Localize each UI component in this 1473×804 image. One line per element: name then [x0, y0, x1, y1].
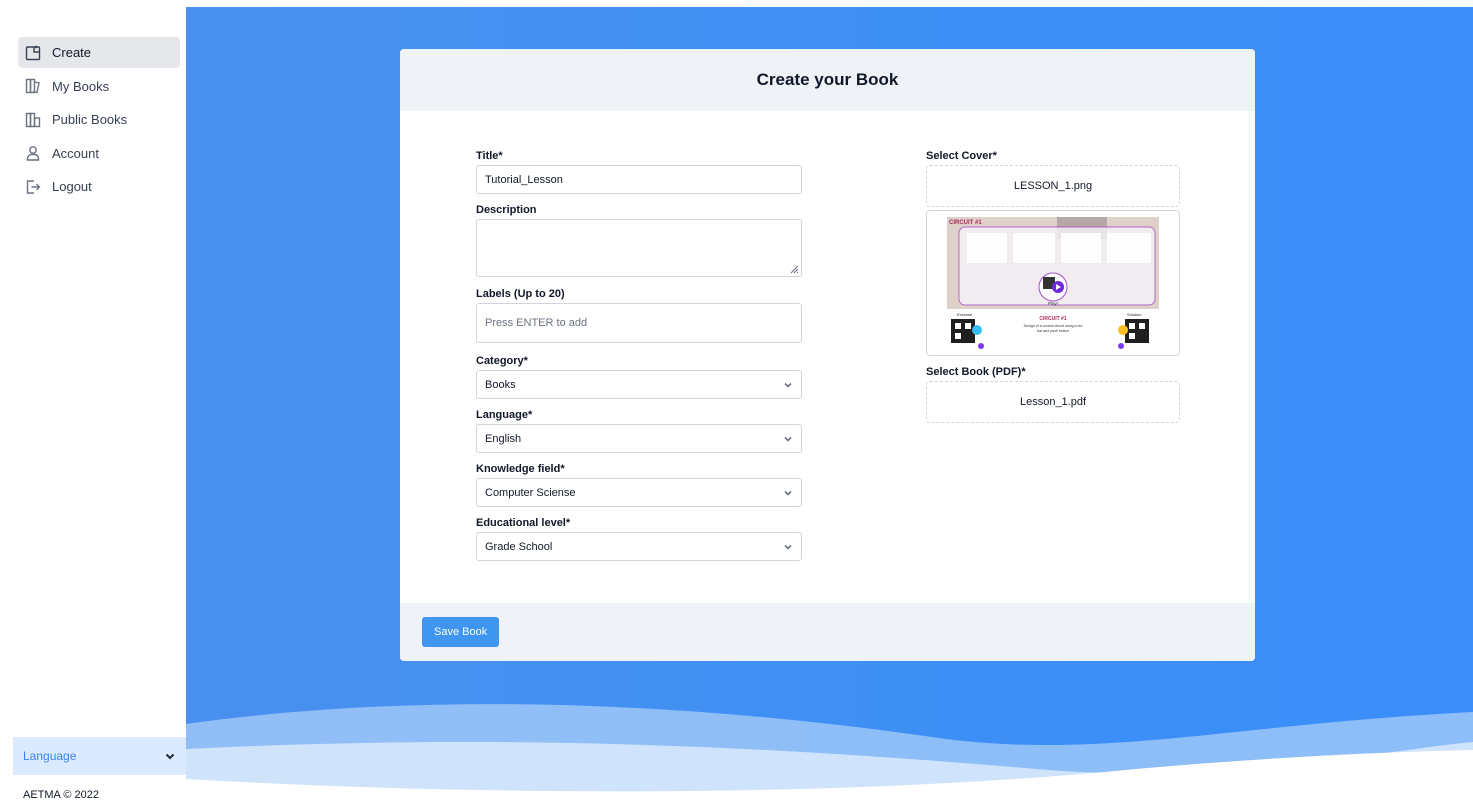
language-select-label: Language	[23, 749, 77, 763]
sidebar-item-label: Public Books	[52, 112, 128, 127]
educational-level-label: Educational level*	[476, 517, 571, 529]
language-value: English	[485, 432, 522, 445]
chevron-down-icon	[784, 382, 792, 388]
cover-solution-text: Solution	[1127, 312, 1141, 317]
title-label: Title*	[476, 150, 503, 162]
category-select[interactable]: Books	[476, 370, 802, 399]
sidebar-item-label: Account	[52, 145, 99, 161]
title-input[interactable]: Tutorial_Lesson	[476, 165, 802, 194]
pdf-filename: Lesson_1.pdf	[1019, 396, 1087, 408]
cover-preview: CIRCUIT #1 Play! Exercise Solution CIRCU…	[926, 210, 1180, 356]
public-books-icon	[24, 111, 42, 129]
chevron-down-icon	[784, 490, 792, 496]
sidebar-item-label: Logout	[52, 179, 92, 194]
main-area: Create your Book Title* Tutorial_Lesson …	[186, 7, 1473, 804]
create-book-card: Create your Book Title* Tutorial_Lesson …	[400, 49, 1255, 661]
cover-dropzone[interactable]: LESSON_1.png	[926, 165, 1180, 207]
educational-level-value: Grade School	[485, 540, 553, 553]
save-book-button[interactable]: Save Book	[422, 617, 500, 647]
sidebar-item-label: Create	[52, 45, 92, 60]
card-footer: Save Book	[400, 603, 1255, 661]
sidebar-item-my-books[interactable]: My Books	[18, 71, 180, 102]
cover-play-text: Play!	[1048, 301, 1058, 306]
book-details-form: Title* Tutorial_Lesson Description Label…	[476, 150, 802, 571]
labels-placeholder: Press ENTER to add	[485, 317, 588, 329]
educational-level-select[interactable]: Grade School	[476, 532, 802, 561]
create-book-icon	[24, 44, 42, 62]
cover-filename: LESSON_1.png	[1013, 180, 1093, 192]
card-header: Create your Book	[400, 49, 1255, 111]
language-select[interactable]: Language	[13, 737, 186, 775]
knowledge-field-select[interactable]: Computer Sciense	[476, 478, 802, 507]
sidebar-item-create[interactable]: Create	[18, 37, 180, 68]
sidebar-nav: Create My Books Public Books Account Log…	[18, 37, 180, 205]
my-books-icon	[24, 77, 42, 95]
chevron-down-icon	[784, 436, 792, 442]
resize-grip-icon[interactable]	[790, 265, 799, 274]
page-title: Create your Book	[756, 70, 899, 89]
knowledge-field-value: Computer Sciense	[485, 486, 576, 499]
cover-caption-line1: Design of a control circuit using a led	[1024, 324, 1083, 328]
footer-copyright: AETMA © 2022	[23, 789, 99, 801]
title-input-value: Tutorial_Lesson	[485, 173, 563, 186]
description-textarea[interactable]	[476, 219, 802, 277]
file-upload-panel: Select Cover* LESSON_1.png CIRCUIT #1 Pl…	[926, 150, 1180, 423]
category-label: Category*	[476, 355, 528, 367]
account-icon	[24, 144, 42, 162]
logout-icon	[24, 178, 42, 196]
language-label: Language*	[476, 409, 533, 421]
labels-input[interactable]: Press ENTER to add	[476, 303, 802, 343]
pdf-dropzone[interactable]: Lesson_1.pdf	[926, 381, 1180, 423]
sidebar-item-public-books[interactable]: Public Books	[18, 104, 180, 135]
cover-exercise-text: Exercise	[957, 312, 973, 317]
cover-preview-image: CIRCUIT #1 Play! Exercise Solution CIRCU…	[947, 217, 1159, 349]
chevron-down-icon	[165, 753, 175, 760]
category-value: Books	[485, 378, 516, 391]
knowledge-field-label: Knowledge field*	[476, 463, 565, 475]
language-field-select[interactable]: English	[476, 424, 802, 453]
sidebar-item-logout[interactable]: Logout	[18, 171, 180, 202]
description-label: Description	[476, 204, 537, 216]
cover-caption-line2: bar and push button	[1037, 329, 1069, 333]
chevron-down-icon	[784, 544, 792, 550]
sidebar-item-label: My Books	[52, 78, 110, 94]
wave-decoration	[186, 704, 1473, 804]
cover-heading-text: CIRCUIT #1	[1039, 316, 1066, 322]
sidebar-item-account[interactable]: Account	[18, 138, 180, 169]
sidebar: Create My Books Public Books Account Log…	[0, 0, 186, 804]
cover-banner-text: CIRCUIT #1	[949, 220, 982, 226]
pdf-label: Select Book (PDF)*	[926, 366, 1026, 378]
labels-label: Labels (Up to 20)	[476, 288, 565, 300]
cover-label: Select Cover*	[926, 150, 997, 162]
